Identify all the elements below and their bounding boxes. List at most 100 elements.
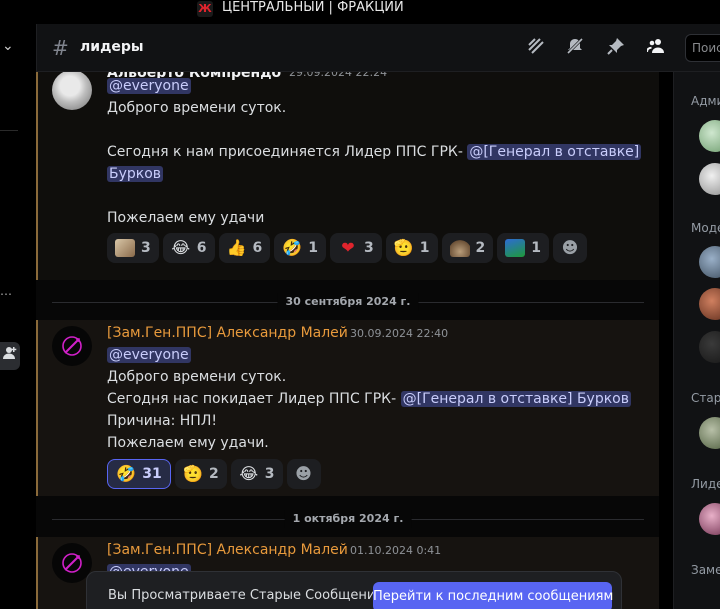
search-input[interactable]: Поиск	[685, 34, 720, 62]
mention[interactable]: @[Генерал в отставке]	[467, 144, 642, 160]
discord-window: Ж ЦЕНТРАЛЬНЫЙ | ФРАКЦИИ ⌄ … # лидеры Пои…	[0, 0, 720, 609]
member-avatar[interactable]	[699, 246, 720, 278]
reaction-count: 1	[419, 240, 430, 256]
reaction-count: 1	[531, 240, 541, 256]
notifications-muted-icon[interactable]	[564, 37, 586, 59]
add-member-icon[interactable]	[0, 342, 20, 370]
member-avatar[interactable]	[699, 331, 720, 363]
reaction[interactable]: 2	[441, 233, 494, 263]
add-reaction-button[interactable]: ☻	[553, 233, 587, 263]
server-title: ЦЕНТРАЛЬНЫЙ | ФРАКЦИИ	[222, 0, 404, 15]
message-text: Сегодня нас покидает Лидер ППС ГРК-	[107, 391, 397, 407]
reaction[interactable]: 🫡 2	[175, 459, 227, 489]
message-author[interactable]: [Зам.Ген.ППС] Александр Малей	[107, 324, 348, 342]
reaction-count: 3	[264, 466, 275, 482]
threads-icon[interactable]	[525, 37, 547, 59]
thumbs-up-icon: 👍	[226, 238, 247, 257]
heart-icon: ❤	[341, 238, 355, 257]
reaction[interactable]: 👍 6	[218, 233, 271, 263]
add-reaction-button[interactable]: ☻	[286, 459, 321, 489]
reactions: 🤣 31 🫡 2 😂 3 ☻	[107, 459, 321, 489]
message-timestamp: 29.09.2024 22:24	[289, 72, 388, 79]
reaction-count: 6	[196, 240, 207, 256]
smile-icon: ☻	[561, 238, 579, 257]
member-list: Адми Моде Стар Лиде Заме	[673, 72, 720, 609]
member-avatar[interactable]	[699, 163, 720, 195]
reactions: 3 😂 6 👍 6 🤣 1 ❤ 3 🫡 1 2 1 ☻	[107, 233, 587, 263]
channel-sidebar-edge: ⌄ …	[0, 24, 36, 609]
channel-name: лидеры	[80, 39, 144, 55]
date-divider-label: 30 сентября 2024 г.	[277, 293, 419, 311]
message-line: Сегодня нас покидает Лидер ППС ГРК- @[Ге…	[107, 388, 631, 410]
rofl-icon: 🤣	[116, 464, 137, 483]
rofl-icon: 🤣	[282, 238, 303, 257]
chevron-down-icon[interactable]: ⌄	[2, 38, 14, 54]
server-icon: Ж	[197, 1, 213, 17]
smile-icon: ☻	[295, 464, 312, 483]
member-avatar[interactable]	[699, 120, 720, 152]
message-line: Пожелаем ему удачи.	[107, 435, 269, 451]
message: Альберто Компрендо 29.09.2024 22:24 @eve…	[36, 72, 659, 280]
stonks-emoji-icon	[505, 238, 526, 258]
mention[interactable]: @everyone	[107, 347, 191, 363]
cat-sticker-icon	[115, 238, 135, 258]
pile-emoji-icon	[449, 238, 470, 258]
more-icon[interactable]: …	[0, 284, 12, 298]
reaction-count: 6	[252, 240, 263, 256]
reaction[interactable]: 🫡 1	[385, 233, 438, 263]
date-divider: 1 октября 2024 г.	[52, 510, 644, 528]
reaction-count: 1	[308, 240, 318, 256]
salute-icon: 🫡	[393, 238, 414, 257]
member-list-icon[interactable]	[645, 37, 667, 59]
old-messages-bar: Вы Просматриваете Старые Сообщения Перей…	[86, 571, 622, 609]
member-section-header: Моде	[691, 221, 720, 235]
member-section-header: Лиде	[691, 477, 720, 491]
member-section-header: Заме	[691, 563, 720, 577]
member-avatar[interactable]	[699, 288, 720, 320]
message-line: Доброго времени суток.	[107, 369, 287, 385]
sidebar-divider	[0, 130, 18, 131]
reaction-count: 2	[475, 240, 486, 256]
reaction[interactable]: ❤ 3	[330, 233, 382, 263]
message-line: Пожелаем ему удачи	[107, 210, 265, 226]
avatar[interactable]	[52, 326, 92, 366]
pin-icon[interactable]	[605, 37, 627, 59]
avatar[interactable]	[52, 72, 92, 110]
channel-header: # лидеры Поиск	[36, 24, 720, 72]
mention[interactable]: @[Генерал в отставке] Бурков	[400, 391, 631, 407]
date-divider-label: 1 октября 2024 г.	[284, 510, 412, 528]
highlight-bar	[36, 72, 38, 280]
title-bar: Ж ЦЕНТРАЛЬНЫЙ | ФРАКЦИИ	[0, 0, 720, 24]
reaction[interactable]: 3	[107, 233, 159, 263]
message-line: @everyone	[107, 344, 191, 366]
mention[interactable]: Бурков	[107, 166, 164, 182]
message-line: Бурков	[107, 163, 164, 185]
reaction-count: 2	[209, 466, 219, 482]
message-line: @everyone	[107, 75, 191, 97]
reaction[interactable]: 1	[497, 233, 549, 263]
highlight-bar	[36, 537, 38, 609]
tears-of-joy-icon: 😂	[171, 238, 191, 257]
highlight-bar	[36, 320, 38, 496]
reaction[interactable]: 😂 6	[162, 233, 215, 263]
message-author[interactable]: [Зам.Ген.ППС] Александр Малей	[107, 541, 348, 559]
reaction[interactable]: 🤣 31	[107, 459, 171, 489]
member-avatar[interactable]	[699, 503, 720, 535]
message-list: Альберто Компрендо 29.09.2024 22:24 @eve…	[36, 72, 659, 609]
message-line: Доброго времени суток.	[107, 100, 287, 116]
member-avatar[interactable]	[699, 417, 720, 449]
reaction-count: 31	[142, 466, 162, 482]
mention[interactable]: @everyone	[107, 78, 191, 94]
message: [Зам.Ген.ППС] Александр Малей 30.09.2024…	[36, 320, 659, 496]
jump-to-present-button[interactable]: Перейти к последним сообщениям	[373, 582, 613, 609]
hash-icon: #	[52, 36, 69, 60]
reaction[interactable]: 🤣 1	[274, 233, 326, 263]
message-timestamp: 01.10.2024 0:41	[350, 544, 442, 557]
reaction-count: 3	[141, 240, 151, 256]
message-text: Сегодня к нам присоединяется Лидер ППС Г…	[107, 144, 463, 160]
salute-icon: 🫡	[183, 464, 203, 483]
member-section-header: Стар	[691, 391, 720, 405]
reaction[interactable]: 😂 3	[230, 459, 283, 489]
tears-of-joy-icon: 😂	[239, 464, 259, 483]
reaction-count: 3	[364, 240, 374, 256]
